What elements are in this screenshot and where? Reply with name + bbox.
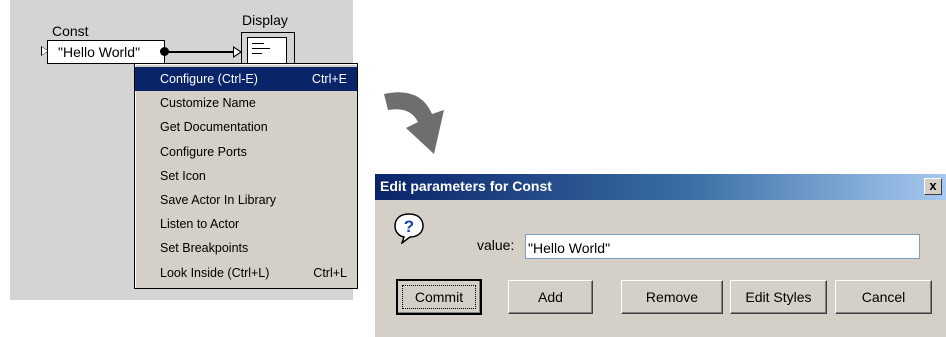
menu-item-label: Save Actor In Library <box>160 192 277 207</box>
display-screen-icon <box>247 37 287 65</box>
remove-button[interactable]: Remove <box>621 280 723 314</box>
menu-item-label: Look Inside (Ctrl+L) <box>160 265 270 280</box>
menu-item-listen-to-actor[interactable]: Listen to Actor <box>135 212 357 236</box>
dialog-titlebar[interactable]: Edit parameters for Const x <box>375 174 946 200</box>
menu-item-get-documentation[interactable]: Get Documentation <box>135 115 357 139</box>
graph-canvas[interactable]: Const Display "Hello World" Configure (C… <box>10 0 358 300</box>
value-label: value: <box>477 237 515 253</box>
menu-item-label: Set Icon <box>160 168 206 183</box>
display-input-port-icon[interactable] <box>233 46 242 58</box>
menu-item-set-icon[interactable]: Set Icon <box>135 164 357 188</box>
menu-item-label: Set Breakpoints <box>160 241 249 256</box>
curved-arrow-icon <box>384 92 444 154</box>
relation-wire[interactable] <box>165 51 235 53</box>
menu-item-label: Listen to Actor <box>160 217 240 232</box>
menu-item-shortcut: Ctrl+L <box>313 265 347 280</box>
output-port-icon[interactable] <box>160 47 169 56</box>
add-button[interactable]: Add <box>508 280 593 314</box>
context-menu: Configure (Ctrl-E) Ctrl+E Customize Name… <box>134 63 358 289</box>
value-input[interactable] <box>525 234 920 259</box>
dialog-title: Edit parameters for Const <box>380 178 552 194</box>
close-button[interactable]: x <box>924 178 942 195</box>
menu-item-shortcut: Ctrl+E <box>311 72 347 86</box>
menu-item-look-inside[interactable]: Look Inside (Ctrl+L) Ctrl+L <box>135 261 357 285</box>
menu-item-save-actor-in-library[interactable]: Save Actor In Library <box>135 188 357 212</box>
menu-item-customize-name[interactable]: Customize Name <box>135 91 357 115</box>
const-actor-label: Const <box>52 23 89 39</box>
menu-item-label: Configure (Ctrl-E) <box>160 72 258 86</box>
menu-item-label: Customize Name <box>160 96 256 111</box>
const-actor[interactable]: "Hello World" <box>47 40 165 64</box>
menu-item-label: Configure Ports <box>160 144 247 159</box>
question-icon: ? <box>394 213 424 244</box>
commit-button[interactable]: Commit <box>396 279 482 315</box>
menu-item-configure[interactable]: Configure (Ctrl-E) Ctrl+E <box>135 67 357 92</box>
menu-item-set-breakpoints[interactable]: Set Breakpoints <box>135 236 357 260</box>
menu-item-label: Get Documentation <box>160 120 268 135</box>
edit-styles-button[interactable]: Edit Styles <box>730 280 827 314</box>
svg-text:?: ? <box>404 217 414 236</box>
cancel-button[interactable]: Cancel <box>835 280 932 314</box>
display-actor-label: Display <box>242 12 288 28</box>
menu-item-configure-ports[interactable]: Configure Ports <box>135 140 357 164</box>
edit-parameters-dialog: Edit parameters for Const x ? value: Com… <box>375 174 946 337</box>
